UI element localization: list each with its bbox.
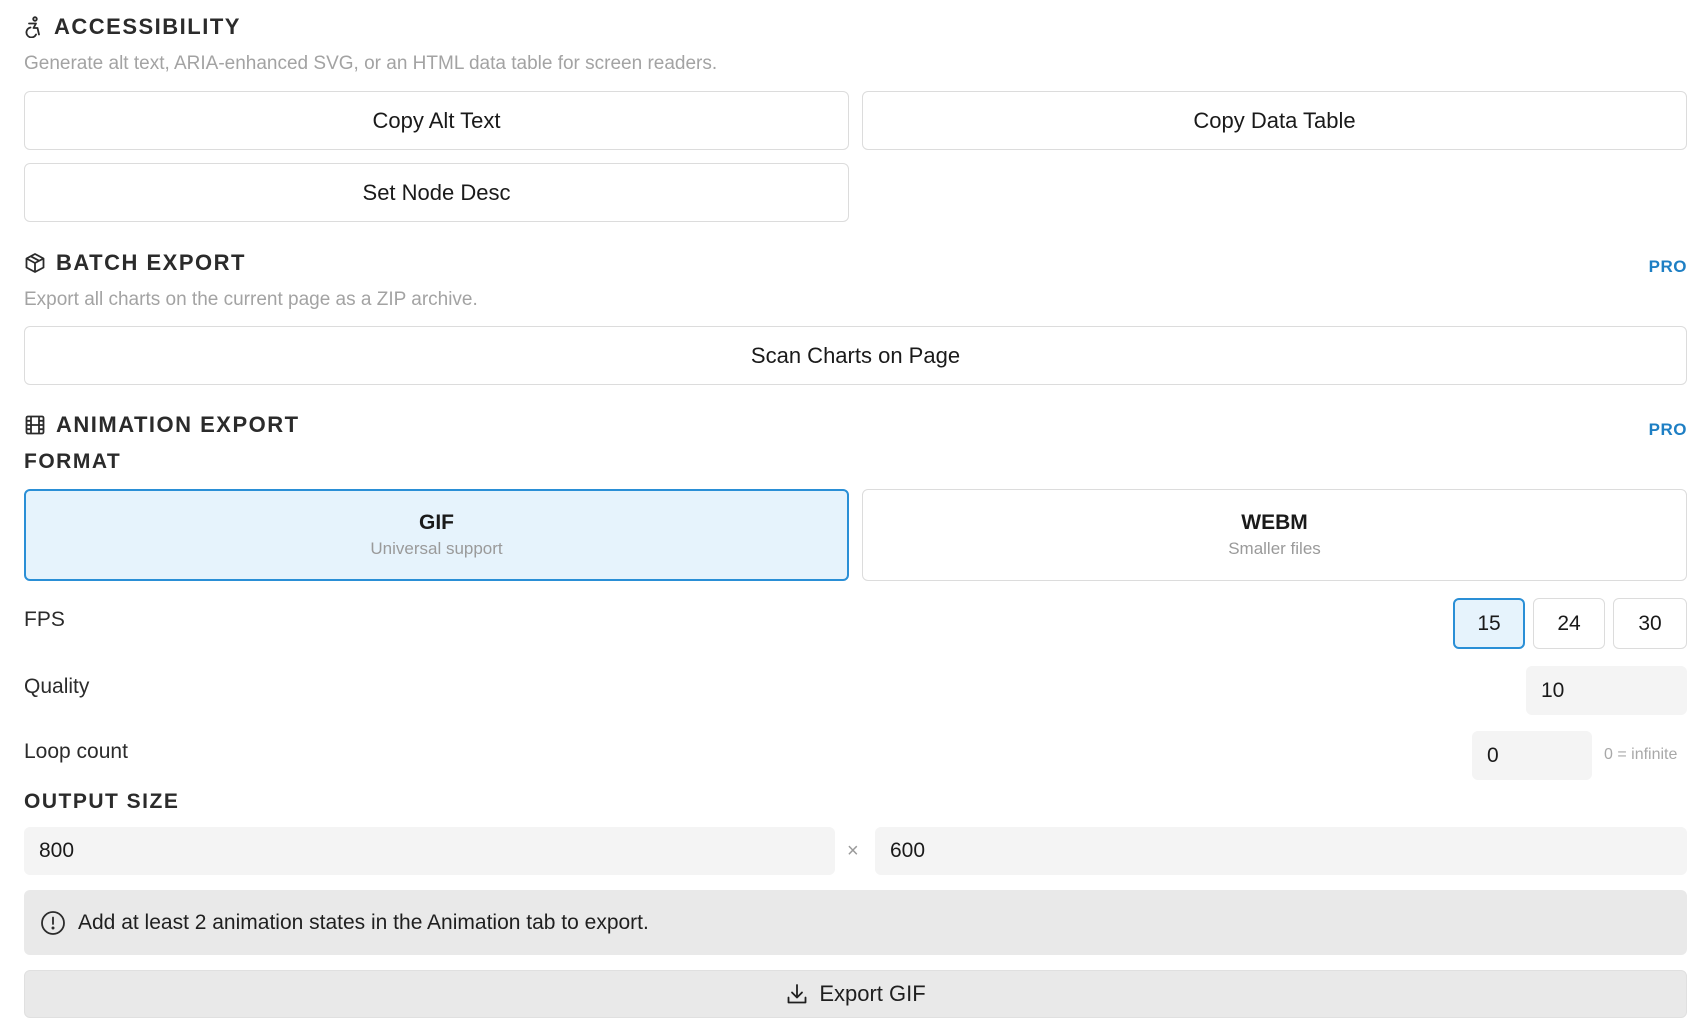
accessibility-title: ACCESSIBILITY — [54, 14, 241, 39]
output-size-label: OUTPUT SIZE — [24, 790, 180, 813]
info-circle-icon — [40, 910, 78, 936]
batch-export-header: BATCH EXPORT — [24, 248, 246, 278]
film-icon — [24, 414, 56, 436]
export-gif-label: Export GIF — [819, 981, 926, 1006]
set-node-desc-button[interactable]: Set Node Desc — [24, 163, 849, 222]
export-gif-button[interactable]: Export GIF — [24, 970, 1687, 1018]
package-icon — [24, 252, 56, 274]
scan-charts-button[interactable]: Scan Charts on Page — [24, 326, 1687, 385]
format-subtitle: Universal support — [370, 539, 503, 558]
loop-count-hint: 0 = infinite — [1604, 746, 1678, 763]
animation-pro-badge: PRO — [1648, 420, 1687, 439]
animation-export-header: ANIMATION EXPORT — [24, 410, 300, 440]
height-input[interactable]: 600 — [875, 827, 1687, 875]
batch-export-description: Export all charts on the current page as… — [24, 289, 478, 310]
accessibility-description: Generate alt text, ARIA-enhanced SVG, or… — [24, 53, 718, 74]
fps-option-24[interactable]: 24 — [1533, 598, 1605, 649]
export-panel: ACCESSIBILITY Generate alt text, ARIA-en… — [0, 0, 1700, 1030]
fps-label: FPS — [24, 608, 65, 631]
accessibility-header: ACCESSIBILITY — [24, 12, 241, 42]
format-label: FORMAT — [24, 450, 122, 473]
notice-text: Add at least 2 animation states in the A… — [78, 910, 649, 934]
animation-notice: Add at least 2 animation states in the A… — [24, 890, 1687, 955]
format-option-webm[interactable]: WEBM Smaller files — [862, 489, 1687, 581]
loop-count-label: Loop count — [24, 740, 128, 763]
fps-option-15[interactable]: 15 — [1453, 598, 1525, 649]
batch-export-title: BATCH EXPORT — [56, 250, 246, 275]
width-input[interactable]: 800 — [24, 827, 835, 875]
loop-count-input[interactable]: 0 — [1472, 731, 1592, 780]
format-option-gif[interactable]: GIF Universal support — [24, 489, 849, 581]
copy-data-table-button[interactable]: Copy Data Table — [862, 91, 1687, 150]
batch-pro-badge: PRO — [1648, 257, 1687, 276]
times-separator: × — [847, 840, 859, 862]
wheelchair-icon — [24, 16, 54, 38]
quality-input[interactable]: 10 — [1526, 666, 1687, 715]
download-icon — [785, 982, 819, 1006]
copy-alt-text-button[interactable]: Copy Alt Text — [24, 91, 849, 150]
format-name: WEBM — [1241, 511, 1308, 534]
format-name: GIF — [419, 511, 454, 534]
quality-label: Quality — [24, 675, 90, 698]
animation-export-title: ANIMATION EXPORT — [56, 412, 300, 437]
format-subtitle: Smaller files — [1228, 539, 1321, 558]
fps-option-30[interactable]: 30 — [1613, 598, 1687, 649]
